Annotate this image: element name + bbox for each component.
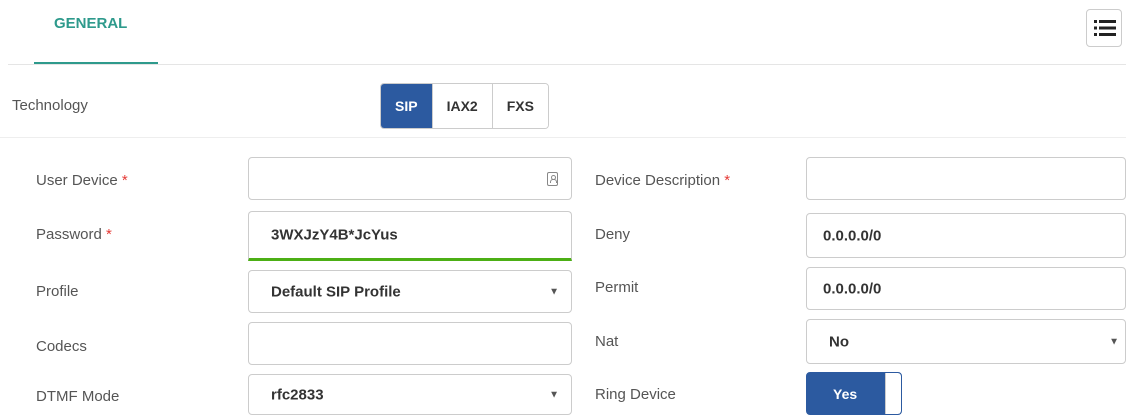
- password-label: Password *: [36, 226, 112, 243]
- toggle-knob[interactable]: [885, 373, 901, 414]
- section-divider: [0, 137, 1126, 138]
- technology-option-fxs[interactable]: FXS: [492, 84, 548, 128]
- chevron-down-icon: ▼: [549, 286, 559, 297]
- technology-option-sip[interactable]: SIP: [381, 84, 433, 128]
- dtmf-mode-value: rfc2833: [271, 386, 324, 403]
- user-device-input[interactable]: [248, 157, 572, 200]
- chevron-down-icon: ▼: [549, 389, 559, 400]
- password-input[interactable]: 3WXJzY4B*JcYus: [248, 211, 572, 261]
- technology-option-iax2[interactable]: IAX2: [432, 84, 493, 128]
- ring-device-value: Yes: [833, 386, 858, 402]
- deny-label: Deny: [595, 226, 631, 243]
- required-mark: *: [106, 226, 112, 243]
- technology-selector: SIP IAX2 FXS: [380, 83, 549, 129]
- technology-label: Technology: [12, 97, 88, 114]
- chevron-down-icon: ▼: [1109, 336, 1119, 347]
- menu-button[interactable]: [1086, 9, 1122, 47]
- profile-select[interactable]: Default SIP Profile ▼: [248, 270, 572, 313]
- device-description-input[interactable]: [806, 157, 1126, 200]
- list-icon: [1094, 20, 1116, 36]
- deny-input[interactable]: 0.0.0.0/0: [806, 213, 1126, 258]
- permit-value: 0.0.0.0/0: [823, 280, 882, 297]
- password-value: 3WXJzY4B*JcYus: [271, 226, 398, 244]
- nat-value: No: [829, 333, 849, 350]
- profile-value: Default SIP Profile: [271, 283, 401, 300]
- dtmf-mode-select[interactable]: rfc2833 ▼: [248, 374, 572, 415]
- codecs-label: Codecs: [36, 338, 87, 355]
- permit-label: Permit: [595, 279, 639, 296]
- nat-select[interactable]: No ▼: [806, 319, 1126, 364]
- dtmf-mode-label: DTMF Mode: [36, 388, 120, 405]
- ring-device-toggle[interactable]: Yes: [806, 372, 902, 415]
- ring-device-label: Ring Device: [595, 386, 676, 403]
- tab-general[interactable]: GENERAL: [34, 0, 158, 64]
- user-device-label: User Device *: [36, 172, 128, 189]
- required-mark: *: [724, 172, 731, 189]
- required-mark: *: [121, 172, 128, 189]
- tab-bar: GENERAL: [0, 0, 1126, 65]
- tab-general-label: GENERAL: [54, 15, 128, 32]
- profile-label: Profile: [36, 283, 79, 300]
- device-description-label: Device Description *: [595, 172, 731, 189]
- tab-bar-divider: [8, 64, 1126, 65]
- permit-input[interactable]: 0.0.0.0/0: [806, 267, 1126, 310]
- deny-value: 0.0.0.0/0: [823, 227, 882, 244]
- contact-card-icon[interactable]: [547, 172, 558, 186]
- codecs-input[interactable]: [248, 322, 572, 365]
- nat-label: Nat: [595, 333, 619, 350]
